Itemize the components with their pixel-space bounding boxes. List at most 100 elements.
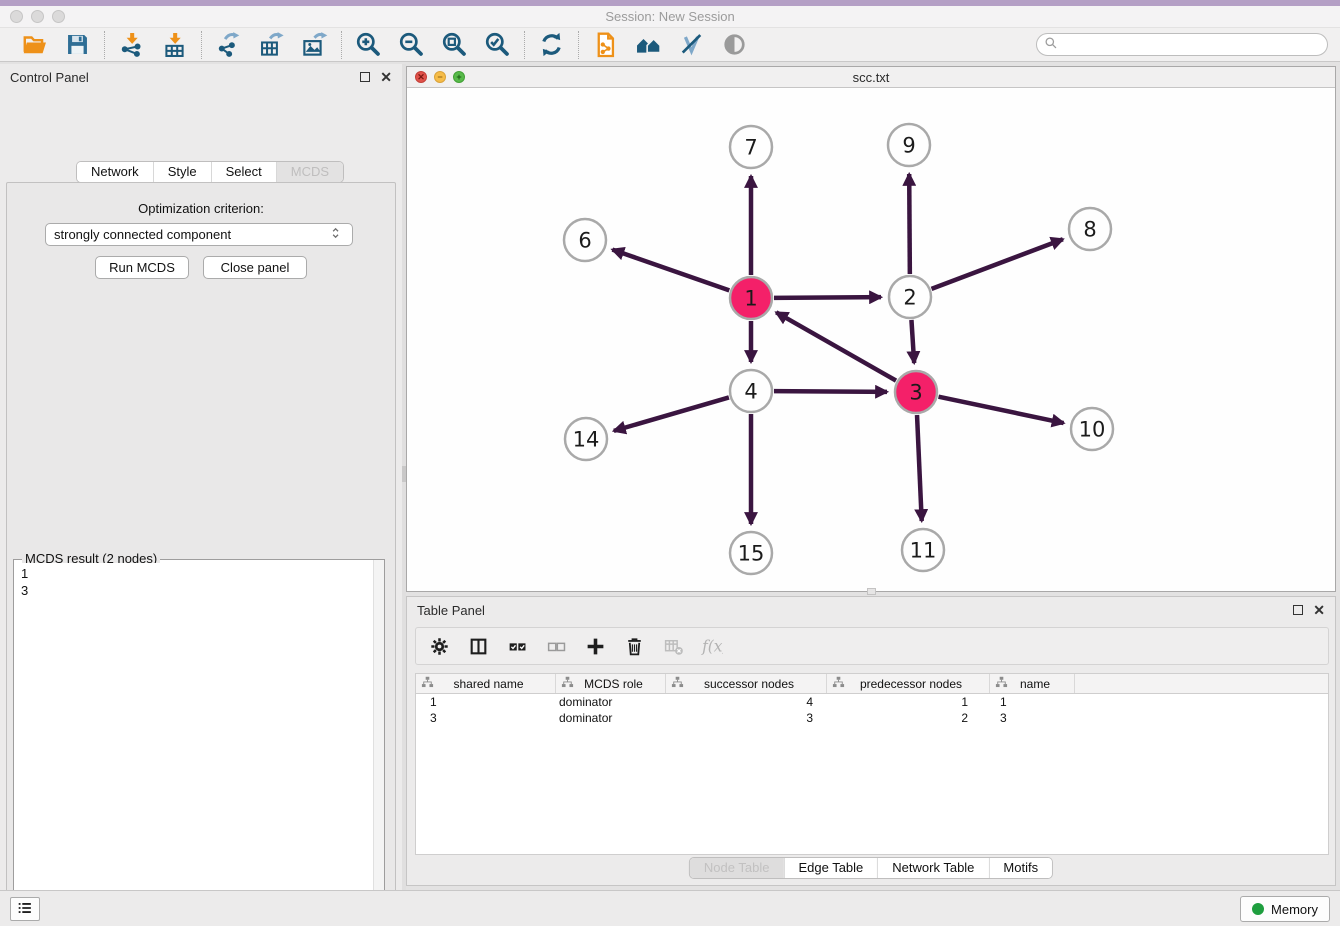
column-type-icon [671,676,684,692]
export-network-icon[interactable] [215,31,242,58]
table-float-panel-icon[interactable] [1293,605,1303,615]
graph-node-label: 6 [578,229,591,253]
table-tab-edge-table[interactable]: Edge Table [783,858,877,878]
float-panel-icon[interactable] [360,72,370,82]
graph-edge-4-14[interactable] [614,397,729,430]
memory-button[interactable]: Memory [1240,896,1330,922]
graph-node-3[interactable]: 3 [895,371,937,413]
table-cell[interactable]: 1 [827,695,990,709]
tab-select[interactable]: Select [211,162,276,182]
network-canvas[interactable]: 7 9 6 8 1 2 4 3 14 10 15 11 [407,89,1335,591]
graph-edge-3-11[interactable] [917,415,922,521]
zoom-fit-icon[interactable] [441,31,468,58]
export-image-icon[interactable] [301,31,328,58]
select-all-icon[interactable] [506,635,528,657]
table-cell[interactable]: 1 [990,695,1075,709]
table-cell[interactable]: 4 [666,695,827,709]
zoom-out-icon[interactable] [398,31,425,58]
open-folder-icon[interactable] [21,31,48,58]
table-cell[interactable]: dominator [556,695,666,709]
table-tab-motifs[interactable]: Motifs [988,858,1052,878]
graph-node-label: 8 [1083,218,1096,242]
tab-style[interactable]: Style [153,162,211,182]
column-header-shared-name[interactable]: shared name [416,674,556,693]
delete-table-icon [662,635,684,657]
graph-node-label: 11 [910,539,937,563]
close-panel-button[interactable]: Close panel [203,256,307,279]
table-tab-node-table[interactable]: Node Table [690,858,784,878]
graph-node-14[interactable]: 14 [565,418,607,460]
graph-node-8[interactable]: 8 [1069,208,1111,250]
mcds-result-line: 1 [21,565,366,582]
clone-network-icon[interactable] [592,31,619,58]
unselect-icon[interactable] [545,635,567,657]
search-input[interactable] [1059,38,1321,52]
graph-node-9[interactable]: 9 [888,124,930,166]
graph-edge-2-3[interactable] [911,320,914,363]
columns-icon[interactable] [467,635,489,657]
table-panel-header: Table Panel ✕ [407,597,1335,623]
hide-annotations-icon[interactable] [678,31,705,58]
column-type-icon [995,676,1008,692]
table-row[interactable]: 3dominator323 [416,710,1328,726]
table-cell[interactable]: 2 [827,711,990,725]
graph-node-1[interactable]: 1 [730,277,772,319]
eye-icon[interactable] [721,31,748,58]
graph-node-11[interactable]: 11 [902,529,944,571]
import-table-icon[interactable] [161,31,188,58]
graph-edge-1-2[interactable] [774,297,881,298]
graph-edge-3-1[interactable] [776,312,896,380]
gear-icon[interactable] [428,635,450,657]
graph-edge-1-6[interactable] [612,250,729,291]
close-panel-icon[interactable]: ✕ [380,71,392,83]
table-cell[interactable]: 3 [990,711,1075,725]
tab-network[interactable]: Network [77,162,153,182]
optimization-criterion-select[interactable]: strongly connected component [45,223,353,246]
table-cell[interactable]: 1 [416,695,556,709]
import-network-icon[interactable] [118,31,145,58]
zoom-in-icon[interactable] [355,31,382,58]
search-box[interactable] [1036,33,1328,56]
network-frame-titlebar[interactable]: ✕ − + scc.txt [407,67,1335,88]
result-scrollbar[interactable] [373,560,384,926]
graph-node-10[interactable]: 10 [1071,408,1113,450]
list-icon [16,899,34,920]
table-cell[interactable]: 3 [416,711,556,725]
run-mcds-button[interactable]: Run MCDS [95,256,189,279]
column-header-predecessor-nodes[interactable]: predecessor nodes [827,674,990,693]
mcds-result-text[interactable]: 13 [15,563,372,926]
graph-edge-2-9[interactable] [909,174,910,274]
graph-edge-4-3[interactable] [774,391,887,392]
graph-node-2[interactable]: 2 [889,276,931,318]
column-header-label: shared name [434,677,555,691]
table-row[interactable]: 1dominator411 [416,694,1328,710]
column-header-successor-nodes[interactable]: successor nodes [666,674,827,693]
table-cell[interactable]: dominator [556,711,666,725]
table-tab-network-table[interactable]: Network Table [877,858,988,878]
refresh-icon[interactable] [538,31,565,58]
frame-resize-grip[interactable] [867,588,876,595]
column-header-name[interactable]: name [990,674,1075,693]
column-header-mcds-role[interactable]: MCDS role [556,674,666,693]
trash-icon[interactable] [623,635,645,657]
add-icon[interactable] [584,635,606,657]
graph-node-6[interactable]: 6 [564,219,606,261]
task-history-button[interactable] [10,897,40,921]
zoom-selected-icon[interactable] [484,31,511,58]
homes-icon[interactable] [635,31,662,58]
search-icon [1043,35,1059,54]
graph-node-label: 7 [744,136,757,160]
save-icon[interactable] [64,31,91,58]
graph-node-15[interactable]: 15 [730,532,772,574]
graph-edge-3-10[interactable] [939,397,1064,423]
table-cell[interactable]: 3 [666,711,827,725]
graph-node-7[interactable]: 7 [730,126,772,168]
table-close-panel-icon[interactable]: ✕ [1313,604,1325,616]
export-table-icon[interactable] [258,31,285,58]
table-panel: Table Panel ✕ f(x) shared nameMCDS roles… [406,596,1336,886]
graph-edge-2-8[interactable] [932,239,1063,289]
graph-node-4[interactable]: 4 [730,370,772,412]
tab-mcds[interactable]: MCDS [276,162,343,182]
node-table: shared nameMCDS rolesuccessor nodesprede… [415,673,1329,855]
table-tabs: Node TableEdge TableNetwork TableMotifs [689,857,1053,879]
